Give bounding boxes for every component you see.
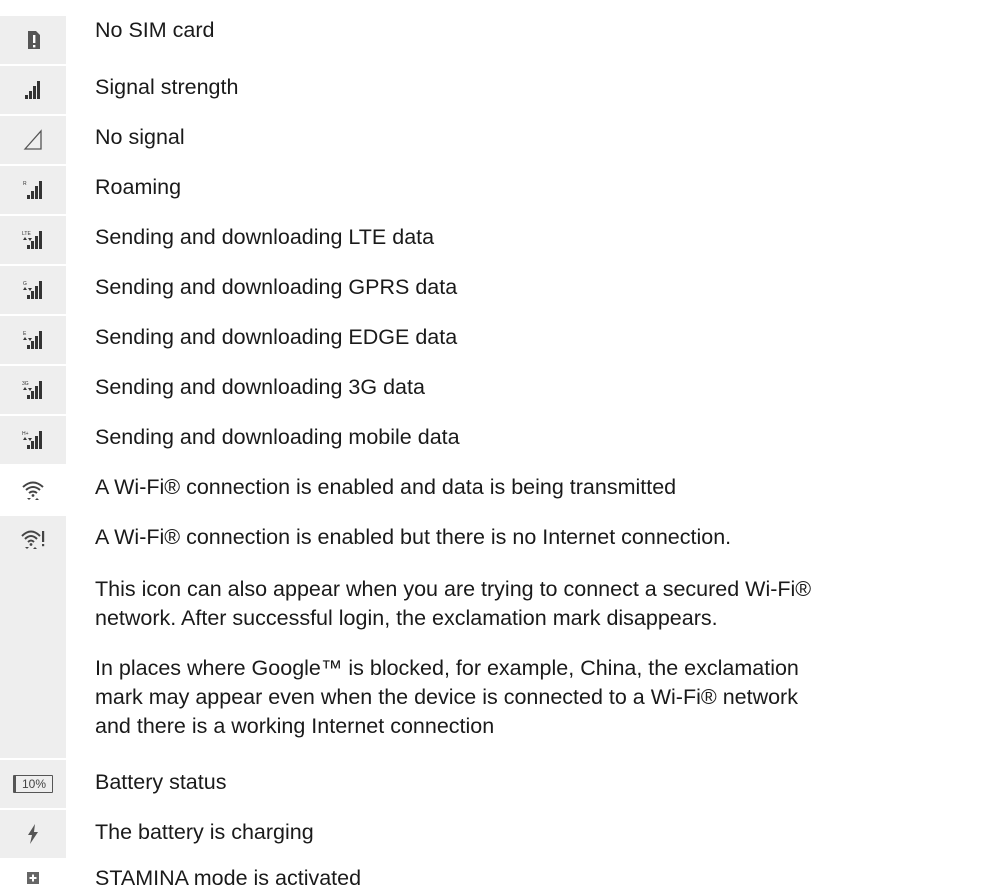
list-item-label: Roaming — [95, 175, 182, 199]
icon-cell — [0, 860, 66, 894]
icon-cell: R — [0, 166, 66, 214]
battery-charging-icon — [28, 824, 38, 844]
icon-cell: E — [0, 316, 66, 364]
no-signal-icon — [23, 129, 42, 150]
battery-percentage: 10% — [21, 777, 47, 791]
stamina-mode-icon — [27, 872, 39, 884]
icon-cell — [0, 466, 66, 514]
gprs-data-icon: G — [23, 281, 42, 299]
battery-status-icon: 10% — [13, 775, 53, 793]
list-item-label: No SIM card — [95, 18, 215, 42]
list-item-label: The battery is charging — [95, 820, 314, 844]
signal-strength-icon — [25, 81, 40, 99]
icon-cell — [0, 810, 66, 858]
icon-cell: 3G — [0, 366, 66, 414]
icon-cell — [0, 16, 66, 64]
icon-cell: LTE — [0, 216, 66, 264]
list-item-label: Sending and downloading 3G data — [95, 375, 425, 399]
lte-data-icon: LTE — [22, 231, 42, 249]
list-item-label: Sending and downloading mobile data — [95, 425, 460, 449]
icon-cell: 10% — [0, 760, 66, 808]
list-item-label: Sending and downloading GPRS data — [95, 275, 458, 299]
mobile-data-icon: H+ — [22, 431, 42, 449]
no-sim-icon — [28, 31, 40, 49]
icon-cell — [0, 116, 66, 164]
list-item-label: Sending and downloading LTE data — [95, 225, 435, 249]
note-line: In places where Google™ is blocked, for … — [95, 656, 799, 680]
list-item-label: A Wi-Fi® connection is enabled and data … — [95, 475, 677, 499]
icon-cell: G — [0, 266, 66, 314]
icon-cell — [0, 516, 66, 758]
svg-text:H+: H+ — [22, 431, 29, 437]
icon-cell: H+ — [0, 416, 66, 464]
icon-cell — [0, 66, 66, 114]
note-line: and there is a working Internet connecti… — [95, 714, 495, 738]
note-line: mark may appear even when the device is … — [95, 685, 798, 709]
svg-text:R: R — [23, 181, 27, 187]
edge-data-icon: E — [23, 331, 42, 349]
svg-text:E: E — [23, 331, 27, 337]
roaming-icon: R — [23, 181, 42, 199]
wifi-transmitting-icon — [22, 481, 44, 500]
svg-text:3G: 3G — [22, 381, 29, 387]
wifi-no-internet-icon — [21, 530, 45, 549]
svg-text:LTE: LTE — [22, 231, 31, 237]
note-line: network. After successful login, the exc… — [95, 606, 718, 630]
svg-text:G: G — [23, 281, 27, 287]
note-line: This icon can also appear when you are t… — [95, 577, 812, 601]
list-item-label: A Wi-Fi® connection is enabled but there… — [95, 525, 732, 549]
list-item-label: Sending and downloading EDGE data — [95, 325, 458, 349]
list-item-label: No signal — [95, 125, 185, 149]
list-item-label: Battery status — [95, 770, 227, 794]
list-item-label: Signal strength — [95, 75, 239, 99]
3g-data-icon: 3G — [22, 381, 42, 399]
list-item-label: STAMINA mode is activated — [95, 866, 362, 890]
